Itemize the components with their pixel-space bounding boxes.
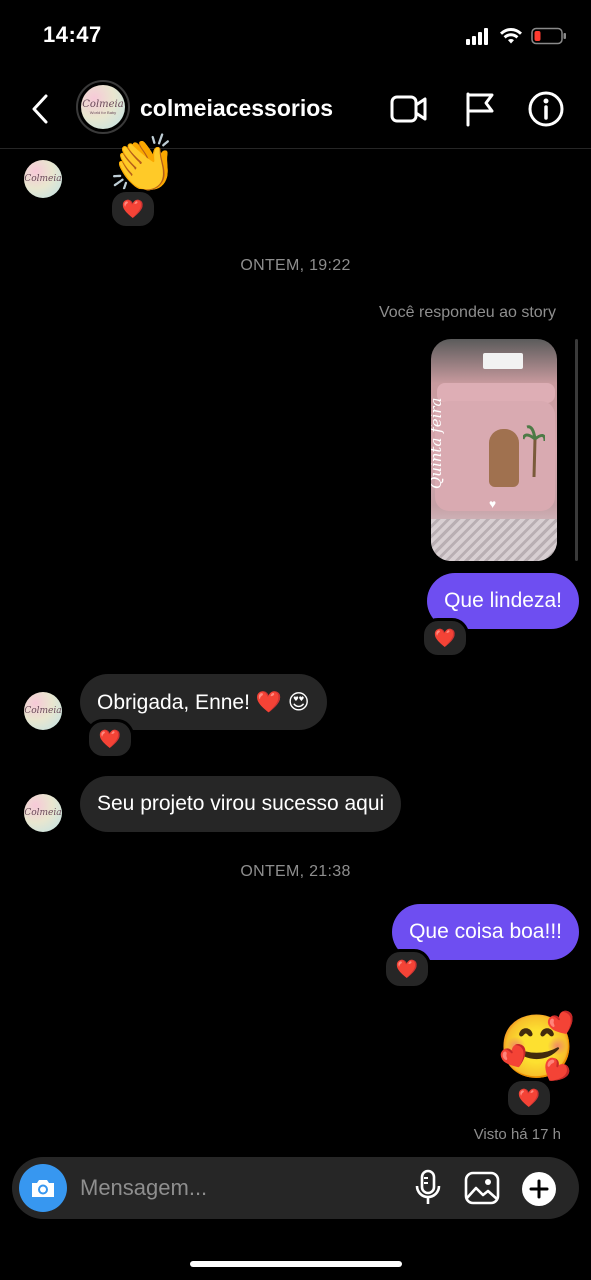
cellular-signal-icon — [466, 28, 488, 45]
story-preview[interactable]: Quinta feira ♥ — [431, 339, 557, 561]
avatar-logo-text: Colmeia — [24, 807, 62, 818]
avatar-logo-text: Colmeia — [24, 705, 62, 716]
scrollbar[interactable] — [575, 339, 578, 561]
video-call-icon[interactable] — [389, 90, 429, 128]
message-bubble-received[interactable]: Seu projeto virou sucesso aqui — [80, 776, 402, 832]
heart-reaction[interactable]: ❤️ — [109, 189, 157, 229]
avatar-logo-text: Colmeia — [24, 173, 62, 184]
clap-emoji-message[interactable]: 👏 — [108, 132, 178, 196]
heart-reaction[interactable]: ❤️ — [86, 719, 134, 759]
chat-username[interactable]: colmeiacessorios — [140, 95, 333, 122]
timestamp: ONTEM, 19:22 — [240, 257, 351, 274]
heart-reaction[interactable]: ❤️ — [383, 949, 431, 989]
status-time: 14:47 — [43, 22, 102, 47]
status-icons — [465, 24, 567, 48]
sender-avatar[interactable]: Colmeia — [24, 160, 62, 198]
avatar-logo-subtext: World for Baby — [89, 109, 117, 115]
palm-tree — [521, 421, 547, 478]
wifi-icon — [500, 28, 522, 44]
story-table — [431, 519, 557, 561]
home-indicator[interactable] — [190, 1261, 402, 1267]
add-sticker-icon[interactable] — [520, 1170, 558, 1208]
sender-avatar[interactable]: Colmeia — [24, 692, 62, 730]
flag-icon[interactable] — [460, 90, 500, 128]
heart-reaction[interactable]: ❤️ — [505, 1078, 553, 1118]
bag-strap — [437, 383, 555, 403]
microphone-icon[interactable] — [413, 1168, 443, 1208]
battery-low-icon — [531, 27, 566, 45]
story-heart: ♥ — [489, 497, 497, 511]
profile-avatar[interactable]: Colmeia World for Baby — [76, 80, 130, 134]
story-caption: Quinta feira — [431, 398, 445, 490]
story-reply-note: Você respondeu ao story — [378, 304, 556, 321]
seen-status: Visto há 17 h — [473, 1126, 561, 1143]
heart-reaction[interactable]: ❤️ — [421, 618, 469, 658]
timestamp: ONTEM, 21:38 — [240, 863, 351, 880]
back-arrow-icon[interactable] — [28, 92, 54, 126]
camera-icon — [32, 1180, 54, 1197]
sender-avatar[interactable]: Colmeia — [24, 794, 62, 832]
avatar-logo-text: Colmeia — [82, 98, 124, 110]
story-sticker — [483, 353, 523, 369]
smiling-hearts-emoji-message[interactable]: 🥰 — [498, 1010, 575, 1086]
message-input[interactable]: Mensagem... — [80, 1175, 207, 1201]
info-icon[interactable] — [526, 90, 566, 128]
doll-figure — [489, 429, 519, 487]
gallery-icon[interactable] — [463, 1170, 501, 1206]
camera-button[interactable] — [19, 1164, 67, 1212]
